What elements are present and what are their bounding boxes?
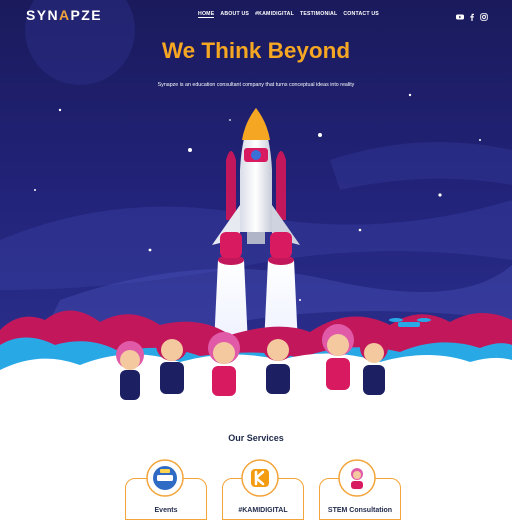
nav-home-link[interactable]: HOME — [198, 11, 215, 18]
hero-title: We Think Beyond — [161, 38, 351, 63]
instagram-icon[interactable] — [480, 8, 488, 21]
services-heading: Our Services — [228, 433, 284, 443]
nav-kamidigital-link[interactable]: #KAMIDIGITAL — [255, 11, 294, 18]
social-links — [456, 8, 488, 21]
nav-menu: HOME ABOUT US #KAMIDIGITAL TESTIMONIAL C… — [198, 11, 379, 18]
synapze-logo[interactable]: SYNAPZE — [26, 7, 102, 23]
service-card-label: STEM Consultation — [327, 507, 393, 514]
service-card-label: #KAMIDIGITAL — [238, 507, 288, 514]
nav-testimonial-link[interactable]: TESTIMONIAL — [300, 11, 337, 18]
stem-kids-icon — [338, 459, 376, 497]
nav-about-link[interactable]: ABOUT US — [220, 11, 249, 18]
nav-contact-link[interactable]: CONTACT US — [343, 11, 379, 18]
youtube-icon[interactable] — [456, 8, 464, 20]
service-card-label: Events — [154, 507, 178, 514]
events-badge-icon — [146, 459, 184, 497]
kamidigital-k-icon — [241, 459, 279, 497]
top-navigation: SYNAPZE HOME ABOUT US #KAMIDIGITAL TESTI… — [0, 6, 512, 23]
hero-subtitle: Synapze is an education consultant compa… — [157, 82, 355, 88]
facebook-icon[interactable] — [468, 8, 476, 21]
